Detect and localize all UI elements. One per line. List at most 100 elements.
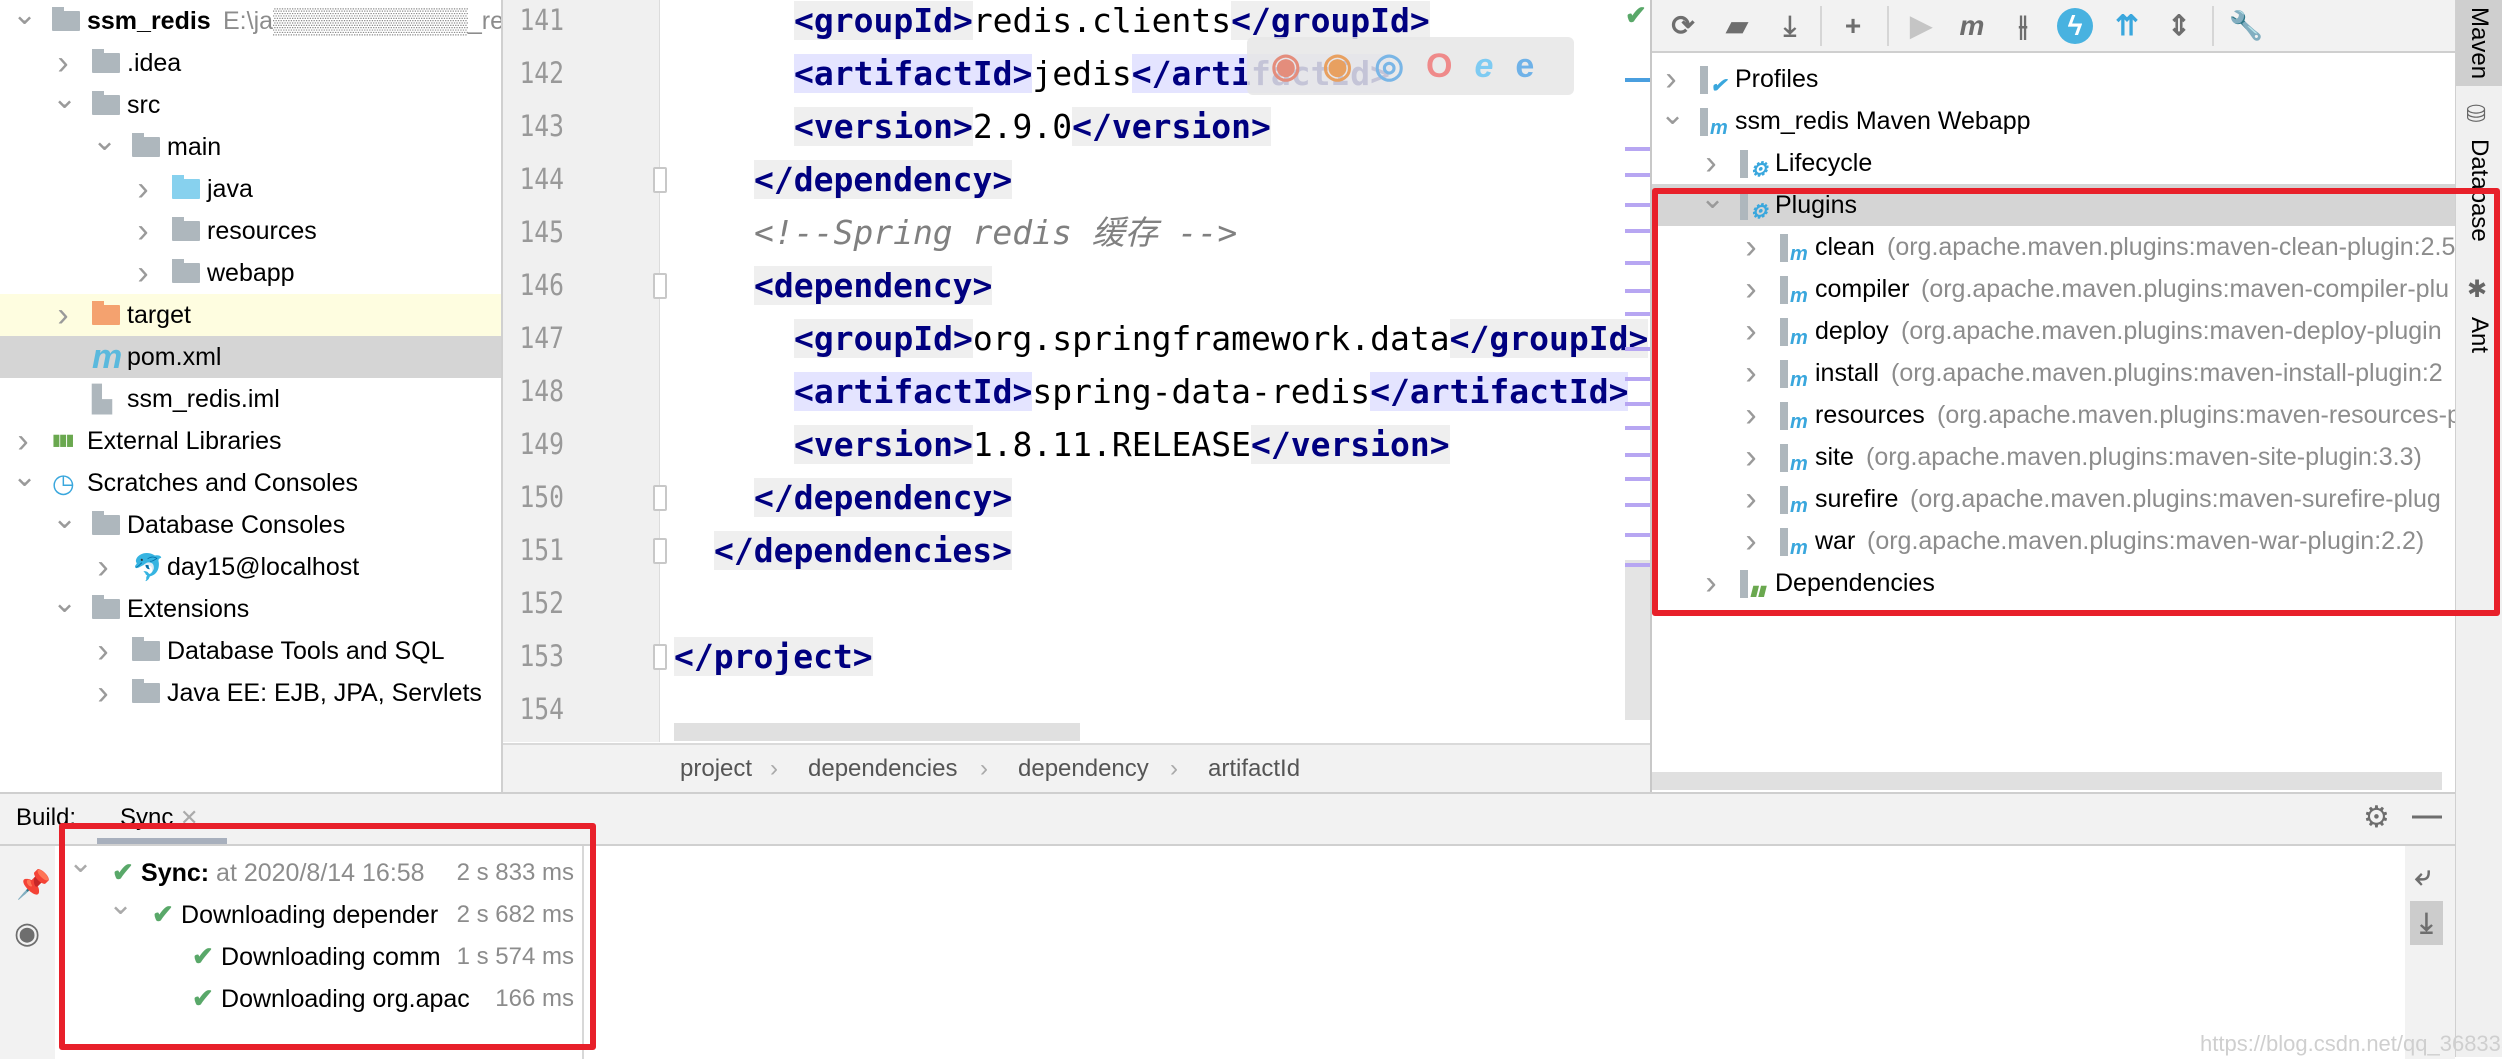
build-splitter[interactable]	[582, 846, 584, 1059]
error-stripe-mark[interactable]	[1625, 477, 1650, 481]
tree-row-java-ee-ejb-jpa-servlets[interactable]: › Java EE: EJB, JPA, Servlets	[0, 672, 501, 714]
tree-row-resources[interactable]: › resources	[0, 210, 501, 252]
code-editor[interactable]: 141 142 143 144 145 146 147 148 149 150 151 152 153 1…	[503, 0, 1650, 792]
fold-marker-icon[interactable]	[653, 644, 667, 670]
maven-row-plugins[interactable]: ⌄ ⚙ Plugins	[1652, 182, 2455, 226]
run-icon[interactable]: ▶	[1903, 8, 1939, 44]
code-line[interactable]: </dependency>	[754, 471, 1013, 524]
fold-marker-icon[interactable]	[653, 485, 667, 511]
inspection-ok-icon[interactable]: ✔	[1625, 0, 1647, 31]
tree-row-java[interactable]: › java	[0, 168, 501, 210]
toggle-offline-icon[interactable]: ⫲	[2005, 8, 2041, 44]
tree-row-target[interactable]: › target	[0, 294, 501, 336]
fold-marker-icon[interactable]	[653, 167, 667, 193]
breadcrumb-item-dependencies[interactable]: dependencies	[808, 745, 957, 792]
show-dependencies-icon[interactable]: ⇈	[2109, 8, 2145, 44]
breadcrumb-item-artifactid[interactable]: artifactId	[1208, 745, 1300, 792]
breadcrumb-item-project[interactable]: project	[680, 745, 752, 792]
tree-row-webapp[interactable]: › webapp	[0, 252, 501, 294]
error-stripe-mark[interactable]	[1625, 261, 1650, 265]
minimize-icon[interactable]: —	[2412, 792, 2442, 840]
tree-row-extensions[interactable]: ⌄ Extensions	[0, 586, 501, 630]
chevron-right-icon[interactable]: ›	[1740, 226, 1762, 268]
maven-row-compiler[interactable]: › m compiler (org.apache.maven.plugins:mave…	[1652, 268, 2455, 310]
chevron-right-icon[interactable]: ›	[1740, 310, 1762, 352]
build-row[interactable]: ✔ Downloading comm	[192, 935, 470, 977]
code-line[interactable]: <artifactId>spring-data-redis</artifactI…	[794, 365, 1629, 418]
opera-icon[interactable]: O	[1426, 47, 1452, 86]
code-line[interactable]: </dependency>	[754, 153, 1013, 206]
maven-row-lifecycle[interactable]: › ⚙ Lifecycle	[1652, 142, 2455, 184]
scroll-to-end-icon[interactable]: ⤓	[2410, 901, 2443, 945]
chevron-right-icon[interactable]: ›	[92, 546, 114, 588]
error-stripe-mark[interactable]	[1625, 402, 1650, 406]
chevron-right-icon[interactable]: ›	[1740, 478, 1762, 520]
code-line[interactable]: <!--Spring redis 缓存 -->	[754, 206, 1237, 259]
chevron-down-icon[interactable]: ⌄	[12, 0, 37, 36]
maven-row-war[interactable]: › m war (org.apache.maven.plugins:maven-war…	[1652, 520, 2455, 562]
chevron-right-icon[interactable]: ›	[1740, 520, 1762, 562]
chevron-right-icon[interactable]: ›	[52, 294, 74, 336]
tree-row-src[interactable]: ⌄ src	[0, 82, 501, 126]
code-line[interactable]: <version>1.8.11.RELEASE</version>	[794, 418, 1450, 471]
ie-icon[interactable]: e	[1474, 47, 1493, 86]
maven-row-ssm-redis-maven-webapp[interactable]: ⌄ m ssm_redis Maven Webapp	[1652, 98, 2455, 142]
download-icon[interactable]: ⤓	[1772, 8, 1808, 44]
tree-row-pom-xml[interactable]: m pom.xml	[0, 336, 501, 378]
chevron-right-icon[interactable]: ›	[1740, 352, 1762, 394]
chevron-down-icon[interactable]: ⌄	[92, 120, 117, 162]
code-line[interactable]: </project>	[674, 630, 873, 683]
build-row[interactable]: ✔ Sync: at 2020/8/14 16:58	[112, 851, 470, 893]
error-stripe-mark[interactable]	[1625, 563, 1650, 567]
tree-row-database-consoles[interactable]: ⌄ Database Consoles	[0, 502, 501, 546]
tree-row-scratches-and-consoles[interactable]: ⌄ ◷ Scratches and Consoles	[0, 460, 501, 504]
chevron-right-icon[interactable]: ›	[1740, 436, 1762, 478]
code-line[interactable]: </dependencies>	[714, 524, 1013, 577]
close-tab-icon[interactable]: ✕	[180, 805, 198, 830]
execute-goal-icon[interactable]: m	[1954, 8, 1990, 44]
error-stripe-mark[interactable]	[1625, 203, 1650, 207]
chevron-right-icon[interactable]: ›	[132, 252, 154, 294]
code-line[interactable]: <version>2.9.0</version>	[794, 100, 1271, 153]
pin-icon[interactable]: 📌	[16, 868, 51, 901]
chevron-right-icon[interactable]: ›	[1700, 562, 1722, 604]
code-line[interactable]: <dependency>	[754, 259, 993, 312]
build-row[interactable]: ✔ Downloading org.apach	[192, 977, 470, 1019]
error-stripe-mark[interactable]	[1625, 147, 1650, 151]
maven-row-dependencies[interactable]: › ▮▮ Dependencies	[1652, 562, 2455, 604]
edge-icon[interactable]: e	[1515, 47, 1534, 86]
chevron-down-icon[interactable]: ⌄	[108, 887, 133, 922]
chevron-right-icon[interactable]: ›	[1740, 268, 1762, 310]
tab-sync[interactable]: Sync ✕	[120, 794, 198, 842]
maven-tab[interactable]: Maven	[2456, 0, 2502, 86]
safari-icon[interactable]: ◎	[1374, 46, 1404, 86]
error-stripe-mark[interactable]	[1625, 426, 1650, 430]
generate-sources-icon[interactable]: ▰	[1719, 8, 1755, 44]
collapse-all-icon[interactable]: ⇕	[2161, 8, 2197, 44]
skip-tests-icon[interactable]: ϟ	[2057, 8, 2093, 44]
tree-row-ssm-redis-iml[interactable]: ▙ ssm_redis.iml	[0, 378, 501, 420]
maven-row-deploy[interactable]: › m deploy (org.apache.maven.plugins:maven-…	[1652, 310, 2455, 352]
error-stripe-mark[interactable]	[1625, 289, 1650, 293]
error-stripe-mark[interactable]	[1625, 533, 1650, 537]
chevron-right-icon[interactable]: ›	[1740, 394, 1762, 436]
build-row[interactable]: ✔ Downloading depender	[152, 893, 470, 935]
vertical-scrollbar[interactable]	[1625, 560, 1650, 720]
gear-icon[interactable]: ⚙	[2363, 794, 2390, 842]
error-stripe-mark[interactable]	[1625, 229, 1650, 233]
chevron-down-icon[interactable]: ⌄	[52, 582, 77, 624]
tree-row-main[interactable]: ⌄ main	[0, 124, 501, 168]
error-stripe-mark[interactable]	[1625, 377, 1650, 381]
chevron-down-icon[interactable]: ⌄	[52, 498, 77, 540]
breadcrumb-item-dependency[interactable]: dependency	[1018, 745, 1149, 792]
database-tab[interactable]: Database	[2456, 135, 2502, 245]
settings-icon[interactable]: 🔧	[2228, 8, 2264, 44]
chevron-down-icon[interactable]: ⌄	[1660, 94, 1685, 136]
tree-row-day15-localhost[interactable]: › 🐬 day15@localhost	[0, 546, 501, 588]
fold-marker-icon[interactable]	[653, 273, 667, 299]
tree-row-database-tools-and-sql[interactable]: › Database Tools and SQL	[0, 630, 501, 672]
chevron-down-icon[interactable]: ⌄	[1700, 178, 1725, 220]
chevron-down-icon[interactable]: ⌄	[52, 78, 77, 120]
error-stripe-mark[interactable]	[1625, 347, 1650, 351]
tree-row-external-libraries[interactable]: › ▮▮▮ External Libraries	[0, 420, 501, 462]
